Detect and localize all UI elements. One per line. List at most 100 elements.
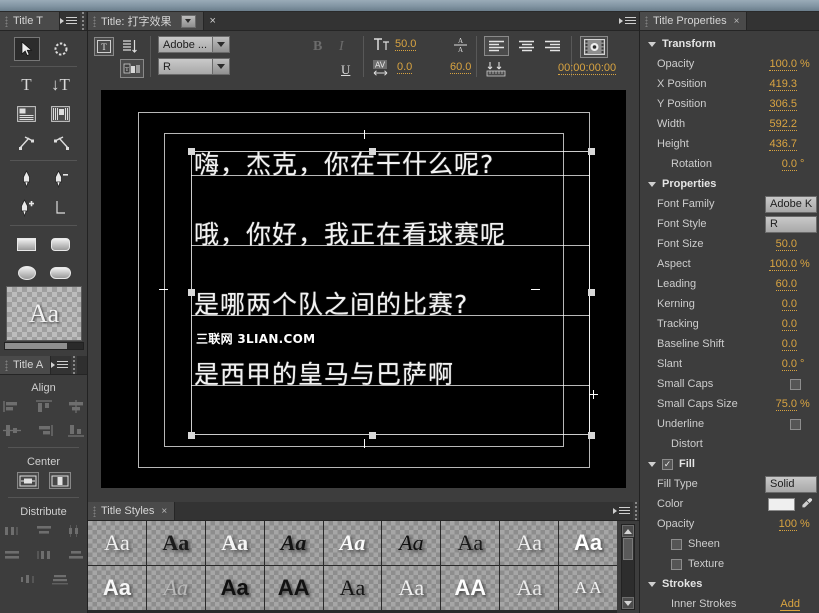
selection-handle-top-center[interactable] (369, 148, 376, 155)
selection-handle-bottom-right[interactable] (588, 432, 595, 439)
font-size-value[interactable]: 50.0 (395, 38, 416, 51)
color-swatch[interactable] (768, 498, 795, 511)
property-value[interactable]: 436.7 (769, 138, 797, 151)
property-group-header[interactable]: Transform (640, 34, 819, 54)
property-dropdown[interactable]: Adobe K (765, 196, 817, 213)
designer-close-button[interactable]: × (204, 12, 222, 30)
rounded-rectangle-tool[interactable] (48, 232, 74, 256)
selection-tool[interactable] (14, 37, 40, 61)
align-vertical-bottom-button[interactable] (65, 422, 87, 439)
title-text-line[interactable]: 嗨，杰克，你在干什么呢? (194, 145, 626, 181)
title-style-swatch[interactable]: Aa (382, 521, 440, 565)
property-value[interactable]: 0.0 (782, 338, 797, 351)
twirl-down-icon[interactable] (648, 42, 656, 47)
distribute-horizontal-center-button[interactable] (65, 522, 87, 539)
tab-dropdown-icon[interactable] (181, 15, 196, 28)
tab-title-designer[interactable]: Title: 打字效果 (88, 12, 204, 30)
property-checkbox[interactable] (671, 539, 682, 550)
align-center-button[interactable] (514, 36, 539, 56)
eyedropper-icon[interactable] (801, 497, 813, 512)
distribute-vertical-top-button[interactable] (33, 522, 55, 539)
property-value[interactable]: 0.0 (782, 358, 797, 371)
title-style-swatch[interactable]: Aa (324, 566, 382, 610)
twirl-down-icon[interactable] (648, 462, 656, 467)
property-group-header[interactable]: Strokes (640, 574, 819, 594)
title-style-swatch[interactable]: Aa (441, 521, 499, 565)
group-checkbox[interactable]: ✓ (662, 459, 673, 470)
close-icon[interactable]: × (161, 506, 167, 517)
title-style-swatch[interactable]: Aa (147, 521, 205, 565)
convert-anchor-point-tool[interactable] (48, 196, 74, 220)
property-value[interactable]: 100.0 (769, 258, 797, 271)
distribute-horizontal-right-button[interactable] (33, 546, 55, 563)
distribute-horizontal-left-button[interactable] (1, 522, 23, 539)
property-dropdown[interactable]: Solid (765, 476, 817, 493)
title-actions-menu-button[interactable] (51, 356, 71, 374)
scroll-up-button[interactable] (622, 525, 634, 537)
distribute-vertical-center-button[interactable] (1, 546, 23, 563)
property-value[interactable]: 75.0 (776, 398, 797, 411)
tab-stops-button[interactable]: T (120, 59, 144, 78)
leading-value[interactable]: 60.0 (450, 61, 471, 74)
align-vertical-center-button[interactable] (1, 422, 23, 439)
tab-title-properties[interactable]: Title Properties × (640, 12, 747, 30)
scrollbar-thumb[interactable] (623, 538, 633, 560)
tab-title-tools[interactable]: Title T (0, 12, 60, 30)
title-style-swatch[interactable]: Aa (324, 521, 382, 565)
clipped-corner-rectangle-tool[interactable] (14, 261, 40, 285)
kerning-value[interactable]: 0.0 (397, 61, 412, 74)
tab-title-actions[interactable]: Title A (0, 356, 51, 374)
rotation-tool[interactable] (48, 37, 74, 61)
selection-handle-top-right[interactable] (588, 148, 595, 155)
font-family-dropdown[interactable]: Adobe ... (158, 36, 230, 53)
rounded-corner-rectangle-tool[interactable] (48, 261, 74, 285)
show-video-button[interactable] (580, 36, 608, 58)
title-tools-menu-button[interactable] (60, 12, 80, 30)
property-value[interactable]: 0.0 (782, 298, 797, 311)
title-style-swatch[interactable]: Aa (500, 521, 558, 565)
title-style-swatch[interactable]: Aa (206, 521, 264, 565)
property-group-header[interactable]: Properties (640, 174, 819, 194)
title-style-swatch[interactable]: Aa (559, 521, 617, 565)
align-right-button[interactable] (540, 36, 565, 56)
align-left-button[interactable] (484, 36, 509, 56)
distribute-horizontal-even-button[interactable] (17, 570, 39, 587)
title-style-swatch[interactable]: Aa (265, 521, 323, 565)
title-style-swatch[interactable]: AA (441, 566, 499, 610)
align-horizontal-left-button[interactable] (1, 398, 23, 415)
property-value[interactable]: 50.0 (776, 238, 797, 251)
area-type-tool[interactable] (14, 102, 40, 126)
property-value[interactable]: 60.0 (776, 278, 797, 291)
property-dropdown[interactable]: R (765, 216, 817, 233)
tab-title-styles[interactable]: Title Styles × (88, 502, 175, 520)
title-style-swatch[interactable]: Aa (147, 566, 205, 610)
title-style-swatch[interactable]: AA (265, 566, 323, 610)
title-style-swatch[interactable]: Aa (88, 566, 146, 610)
path-type-tool[interactable] (14, 131, 40, 155)
rectangle-tool[interactable] (14, 232, 40, 256)
pen-tool[interactable] (14, 167, 40, 191)
property-value[interactable]: 419.3 (769, 78, 797, 91)
panel-drag-grip[interactable] (71, 356, 77, 374)
italic-button[interactable]: I (339, 39, 344, 55)
property-value[interactable]: 0.0 (782, 158, 797, 171)
scroll-down-button[interactable] (622, 597, 634, 609)
title-style-swatch[interactable]: Aa (206, 566, 264, 610)
font-style-dropdown[interactable]: R (158, 58, 230, 75)
distribute-vertical-even-button[interactable] (49, 570, 71, 587)
property-link[interactable]: Add (780, 598, 800, 611)
preview-horizontal-scrollbar[interactable] (4, 342, 84, 350)
add-anchor-point-tool[interactable] (14, 196, 40, 220)
delete-anchor-point-tool[interactable] (48, 167, 74, 191)
type-tool[interactable]: T (14, 73, 40, 97)
style-preview-swatch[interactable]: Aa (6, 286, 82, 341)
align-vertical-top-button[interactable] (33, 398, 55, 415)
vertical-area-type-tool[interactable] (48, 102, 74, 126)
title-text-line[interactable]: 是哪两个队之间的比赛? (194, 285, 626, 321)
property-group-header[interactable]: ✓Fill (640, 454, 819, 474)
twirl-down-icon[interactable] (648, 182, 656, 187)
title-monitor[interactable]: 嗨，杰克，你在干什么呢? 哦，你好，我正在看球赛呢 是哪两个队之间的比赛? 是西… (101, 90, 626, 488)
property-value[interactable]: 100 (779, 518, 797, 531)
title-text-line[interactable]: 哦，你好，我正在看球赛呢 (194, 215, 626, 251)
property-checkbox[interactable] (790, 379, 801, 390)
